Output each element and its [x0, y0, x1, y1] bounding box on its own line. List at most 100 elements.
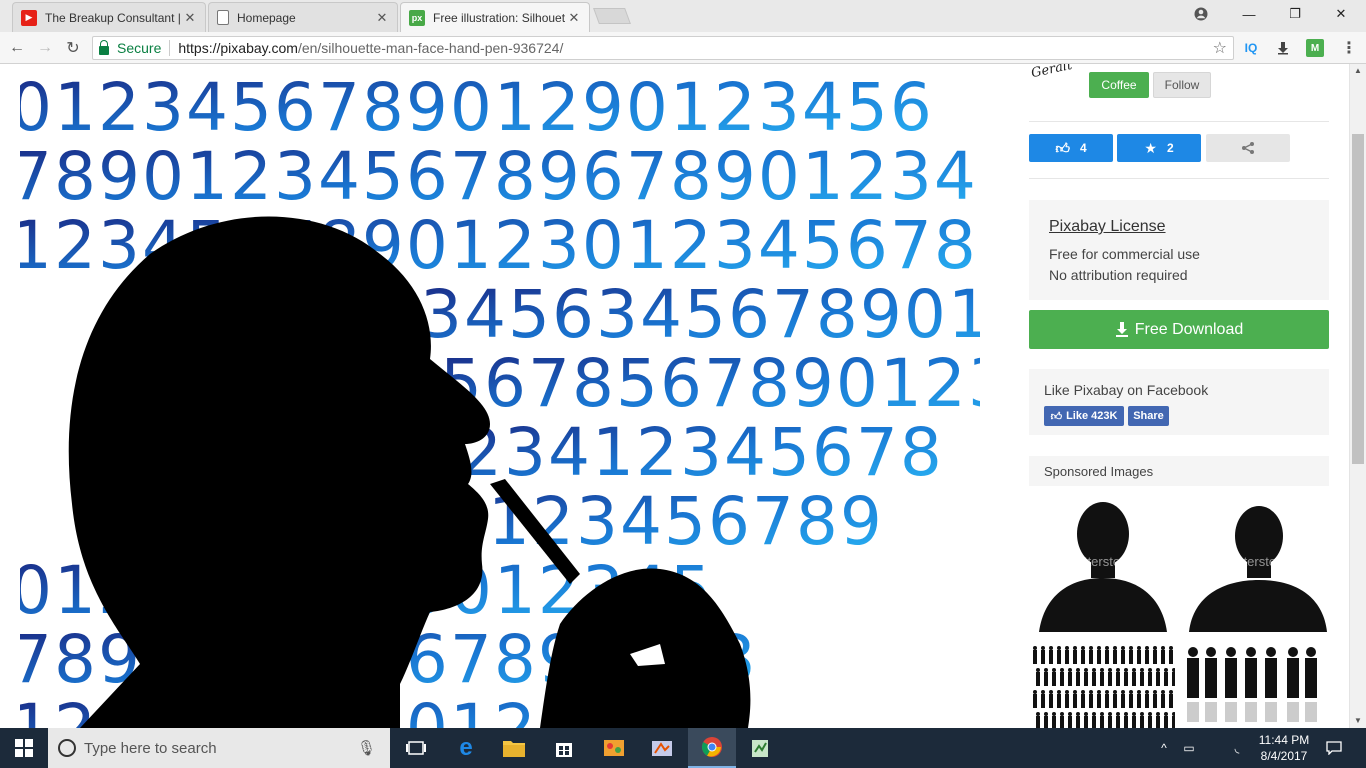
- free-download-button[interactable]: Free Download: [1029, 310, 1329, 349]
- paint-app-icon[interactable]: [590, 728, 638, 768]
- illustration-svg: 0123456789012901234567890123456789678901…: [20, 69, 980, 728]
- menu-icon[interactable]: ⋮: [1340, 39, 1358, 57]
- favorite-count: 2: [1166, 141, 1174, 155]
- crowd-figure-body: [1033, 650, 1037, 664]
- favorite-button[interactable]: ★ 2: [1117, 134, 1201, 162]
- new-tab-button[interactable]: [593, 8, 631, 24]
- crowd-figure-body: [1132, 672, 1136, 686]
- close-icon[interactable]: ✕: [567, 10, 581, 26]
- crowd-figure-body: [1057, 694, 1061, 708]
- star-icon: ★: [1144, 139, 1157, 156]
- address-bar[interactable]: Secure https://pixabay.com /en/silhouett…: [92, 36, 1234, 60]
- crowd-figure-head: [1092, 712, 1096, 716]
- person-head: [1226, 647, 1236, 657]
- clock[interactable]: 11:44 PM 8/4/2017: [1252, 728, 1316, 768]
- person-body: [1305, 658, 1317, 698]
- scrollbar-thumb[interactable]: [1352, 134, 1364, 464]
- tab-homepage[interactable]: Homepage ✕: [208, 2, 398, 32]
- forward-icon[interactable]: →: [34, 38, 56, 58]
- app-icon[interactable]: [638, 728, 686, 768]
- task-view-icon[interactable]: [392, 728, 440, 768]
- crowd-figure-head: [1124, 668, 1128, 672]
- edge-icon[interactable]: e: [442, 728, 490, 768]
- crowd-figure-body: [1044, 672, 1048, 686]
- tab-breakup-consultant[interactable]: ▶ The Breakup Consultant | ✕: [12, 2, 206, 32]
- cortana-icon: [58, 739, 76, 757]
- file-explorer-icon[interactable]: [490, 728, 538, 768]
- follow-button[interactable]: Follow: [1153, 72, 1211, 98]
- crowd-figure-body: [1084, 716, 1088, 728]
- scroll-down-icon[interactable]: ▼: [1350, 714, 1366, 728]
- crowd-figure-head: [1172, 712, 1175, 716]
- crowd-figure-body: [1164, 716, 1168, 728]
- crowd-figure-head: [1100, 668, 1104, 672]
- taskbar-search-box[interactable]: Type here to search 🎙︎: [48, 728, 390, 768]
- crowd-figure-head: [1105, 646, 1109, 650]
- like-button[interactable]: 👍︎ 4: [1029, 134, 1113, 162]
- crowd-figure-body: [1132, 716, 1136, 728]
- crowd-figure-body: [1076, 716, 1080, 728]
- facebook-like-button[interactable]: 👍︎ Like 423K: [1044, 406, 1124, 426]
- sponsored-image-1[interactable]: shutterstock: [1029, 496, 1175, 632]
- crowd-figure-head: [1068, 712, 1072, 716]
- bookmark-star-icon[interactable]: ☆: [1213, 38, 1227, 58]
- reload-icon[interactable]: ↻: [62, 38, 84, 58]
- secure-indicator[interactable]: Secure: [93, 39, 161, 56]
- close-icon[interactable]: ✕: [183, 10, 197, 26]
- crowd-figure-head: [1148, 668, 1152, 672]
- facebook-panel: Like Pixabay on Facebook 👍︎ Like 423K Sh…: [1029, 369, 1329, 435]
- wifi-icon[interactable]: ◟: [1226, 728, 1248, 768]
- license-link[interactable]: Pixabay License: [1049, 218, 1166, 236]
- watermark: shutterstock: [1219, 554, 1290, 569]
- main-illustration[interactable]: 012345678901290123456 7890123456789678901…: [20, 64, 980, 728]
- notifications-icon[interactable]: [1320, 728, 1348, 768]
- crowd-figure-body: [1113, 650, 1117, 664]
- sponsored-image-4[interactable]: [1183, 640, 1329, 728]
- back-icon[interactable]: ←: [6, 38, 28, 58]
- crowd-figure-head: [1097, 690, 1101, 694]
- crowd-figure-body: [1057, 650, 1061, 664]
- coffee-button[interactable]: Coffee: [1089, 72, 1149, 98]
- crowd-figure-body: [1140, 716, 1144, 728]
- crowd-figure-head: [1129, 690, 1133, 694]
- crowd-figure-body: [1129, 650, 1133, 664]
- crowd-figure-head: [1033, 646, 1037, 650]
- notepad-app-icon[interactable]: [736, 728, 784, 768]
- close-icon[interactable]: ✕: [375, 10, 389, 26]
- facebook-share-button[interactable]: Share: [1128, 406, 1169, 426]
- chrome-icon[interactable]: [688, 728, 736, 768]
- sponsored-image-2[interactable]: shutterstock: [1183, 496, 1329, 632]
- iq-extension-icon[interactable]: IQ: [1242, 39, 1260, 57]
- windows-start-icon[interactable]: [0, 728, 48, 768]
- crowd-figure-head: [1164, 712, 1168, 716]
- close-window-button[interactable]: ✕: [1318, 0, 1364, 28]
- digit-row: 012345678901290123456: [20, 69, 934, 146]
- profile-icon[interactable]: [1178, 0, 1224, 28]
- page-scrollbar[interactable]: ▲ ▼: [1349, 64, 1366, 728]
- restore-button[interactable]: ❐: [1272, 0, 1318, 28]
- extension-icon[interactable]: M: [1306, 39, 1324, 57]
- crowd-figure-head: [1044, 712, 1048, 716]
- crowd-figure-body: [1041, 650, 1045, 664]
- person-head: [1206, 647, 1216, 657]
- crowd-figure-head: [1076, 668, 1080, 672]
- crowd-figure-head: [1113, 646, 1117, 650]
- microphone-icon[interactable]: 🎙︎: [357, 739, 376, 757]
- download-icon[interactable]: [1274, 39, 1292, 57]
- share-button[interactable]: [1206, 134, 1290, 162]
- tray-expand-icon[interactable]: ^: [1154, 728, 1174, 768]
- crowd-figure-head: [1041, 690, 1045, 694]
- crowd-figure-head: [1057, 690, 1061, 694]
- tab-pixabay[interactable]: px Free illustration: Silhouet ✕: [400, 2, 590, 32]
- battery-icon[interactable]: ▭: [1178, 728, 1200, 768]
- sponsored-image-3[interactable]: [1029, 640, 1175, 728]
- crowd-figure-body: [1145, 694, 1149, 708]
- author-signature[interactable]: Geralt: [1030, 64, 1074, 81]
- crowd-figure-head: [1137, 646, 1141, 650]
- person-reflection: [1245, 702, 1257, 722]
- store-icon[interactable]: [540, 728, 588, 768]
- scroll-up-icon[interactable]: ▲: [1350, 64, 1366, 78]
- minimize-button[interactable]: —: [1226, 0, 1272, 28]
- crowd-figure-head: [1124, 712, 1128, 716]
- crowd-figure-head: [1073, 690, 1077, 694]
